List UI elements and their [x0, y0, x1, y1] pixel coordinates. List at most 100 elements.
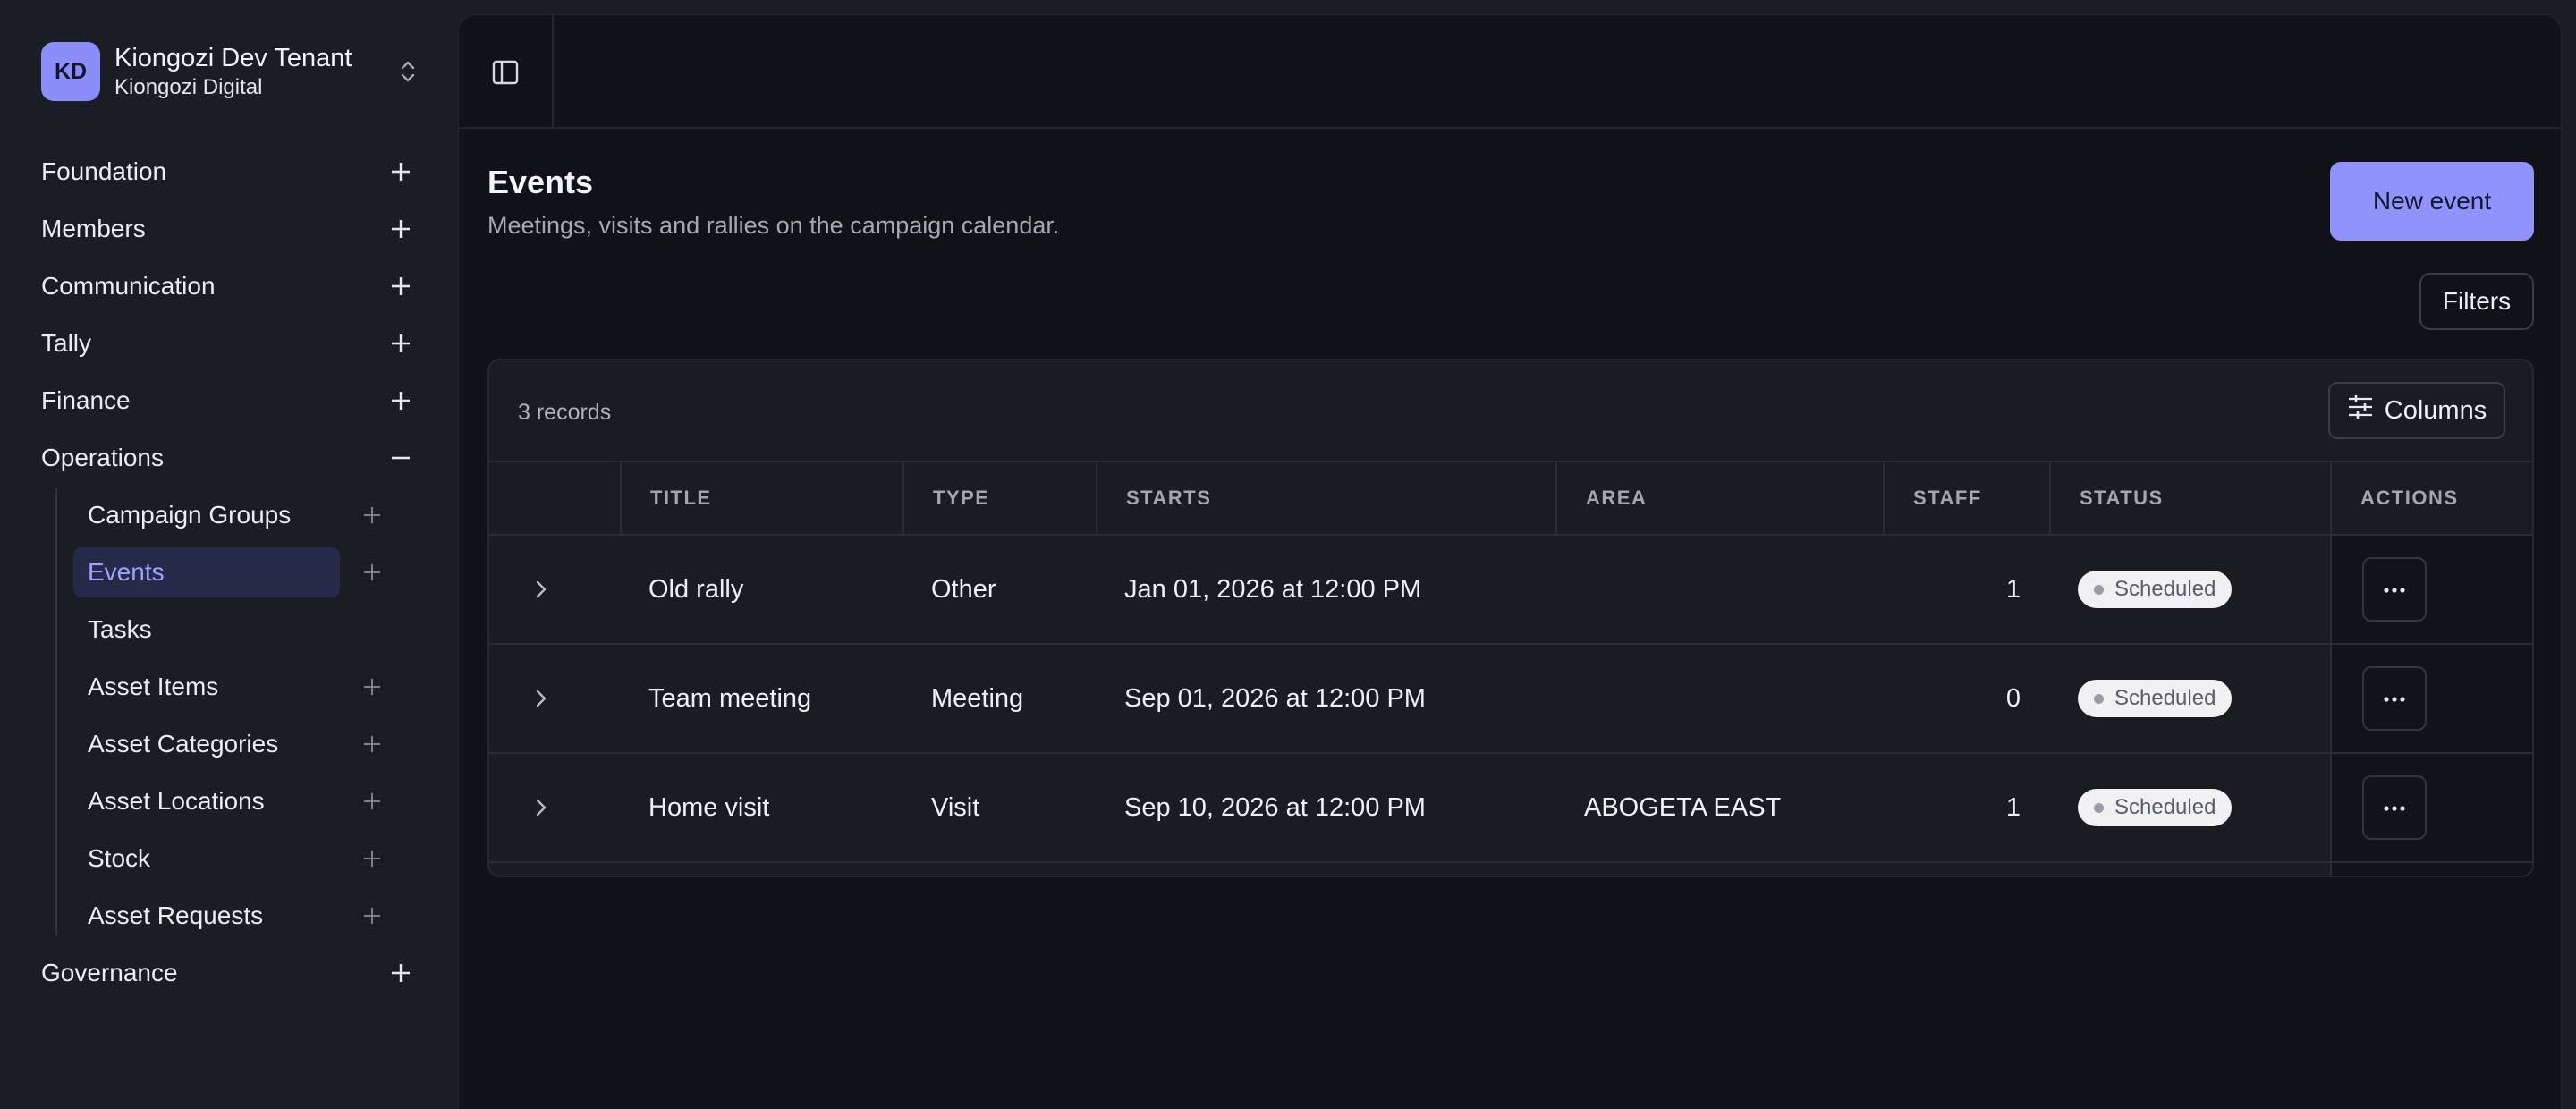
sidebar-subitem-asset-items[interactable]: Asset Items	[73, 662, 395, 712]
cell-staff: 0	[2005, 683, 2021, 713]
sidebar-item-label: Operations	[41, 444, 164, 471]
column-header-type[interactable]: TYPE	[902, 462, 1096, 534]
tenant-name: Kiongozi Dev Tenant	[114, 44, 352, 72]
filters-button[interactable]: Filters	[2419, 273, 2534, 330]
chevron-right-icon[interactable]	[525, 682, 557, 715]
cell-status: Scheduled	[2049, 645, 2330, 752]
column-header-title[interactable]: TITLE	[620, 462, 902, 534]
tenant-avatar: KD	[41, 42, 100, 101]
more-horizontal-icon	[2384, 690, 2405, 707]
sidebar-item-operations[interactable]: Operations	[41, 433, 417, 483]
sidebar-subitem-label: Tasks	[88, 615, 152, 643]
cell-type: Other	[931, 574, 996, 604]
column-header-staff[interactable]: STAFF	[1883, 462, 2049, 534]
column-header-area[interactable]: AREA	[1555, 462, 1883, 534]
sidebar-subitem-label: Asset Items	[88, 673, 219, 700]
sidebar-subitem-label: Asset Categories	[88, 730, 279, 758]
chevron-right-icon[interactable]	[525, 573, 557, 605]
sidebar-subitem-campaign-groups[interactable]: Campaign Groups	[73, 490, 395, 540]
status-badge-label: Scheduled	[2114, 686, 2216, 710]
plus-icon[interactable]	[385, 270, 417, 302]
table-header: TITLE TYPE STARTS AREA STAFF STATUS ACTI…	[489, 462, 2532, 536]
sidebar: KD Kiongozi Dev Tenant Kiongozi Digital …	[0, 0, 456, 1109]
plus-icon[interactable]	[385, 385, 417, 417]
columns-button[interactable]: Columns	[2328, 382, 2505, 439]
row-actions-button[interactable]	[2362, 666, 2427, 731]
sidebar-item-governance[interactable]: Governance	[41, 948, 417, 998]
sidebar-toggle-icon[interactable]	[459, 15, 554, 129]
status-dot-icon	[2094, 584, 2104, 595]
column-header-status[interactable]: STATUS	[2049, 462, 2330, 534]
add-icon[interactable]	[356, 842, 388, 875]
new-event-button[interactable]: New event	[2330, 162, 2534, 241]
sliders-icon	[2347, 394, 2374, 427]
sidebar-subitem-label: Events	[73, 547, 340, 597]
cell-starts: Sep 01, 2026 at 12:00 PM	[1124, 683, 1426, 713]
sidebar-subitem-asset-categories[interactable]: Asset Categories	[73, 719, 395, 769]
add-icon[interactable]	[356, 671, 388, 703]
plus-icon[interactable]	[385, 957, 417, 989]
sidebar-item-communication[interactable]: Communication	[41, 261, 417, 311]
add-icon[interactable]	[356, 556, 388, 588]
columns-button-label: Columns	[2384, 395, 2487, 425]
add-icon[interactable]	[356, 728, 388, 760]
sidebar-item-label: Members	[41, 215, 146, 242]
add-icon[interactable]	[356, 785, 388, 817]
events-table-card: 3 records Columns TITLE TYPE STARTS AREA…	[487, 359, 2534, 877]
subnav-divider	[55, 488, 57, 935]
status-badge: Scheduled	[2078, 789, 2233, 826]
cell-status: Scheduled	[2049, 536, 2330, 643]
cell-staff: 1	[2005, 792, 2021, 822]
tenant-switcher[interactable]: KD Kiongozi Dev Tenant Kiongozi Digital	[41, 39, 424, 104]
topbar	[459, 15, 2563, 129]
page-subtitle: Meetings, visits and rallies on the camp…	[487, 212, 1060, 239]
minus-icon[interactable]	[385, 442, 417, 474]
table-row[interactable]: Home visit Visit Sep 10, 2026 at 12:00 P…	[489, 754, 2532, 863]
plus-icon[interactable]	[385, 213, 417, 245]
record-count: 3 records	[518, 400, 612, 425]
status-dot-icon	[2094, 802, 2104, 813]
more-horizontal-icon	[2384, 800, 2405, 816]
cell-type: Meeting	[931, 683, 1024, 713]
plus-icon[interactable]	[385, 327, 417, 360]
sidebar-item-members[interactable]: Members	[41, 204, 417, 254]
add-icon[interactable]	[356, 900, 388, 932]
main-panel: Events Meetings, visits and rallies on t…	[458, 14, 2563, 1109]
sidebar-item-label: Communication	[41, 272, 216, 300]
sidebar-subitem-label: Campaign Groups	[88, 501, 292, 529]
sidebar-subitem-stock[interactable]: Stock	[73, 834, 395, 884]
page-title: Events	[487, 164, 594, 200]
cell-area: ABOGETA EAST	[1584, 792, 1782, 822]
app-root: KD Kiongozi Dev Tenant Kiongozi Digital …	[0, 0, 2576, 1109]
row-actions-button[interactable]	[2362, 557, 2427, 622]
sidebar-item-finance[interactable]: Finance	[41, 376, 417, 426]
sidebar-subitem-asset-requests[interactable]: Asset Requests	[73, 891, 395, 941]
table-row[interactable]: Old rally Other Jan 01, 2026 at 12:00 PM…	[489, 536, 2532, 645]
chevron-up-down-icon[interactable]	[392, 55, 424, 88]
sidebar-subitem-tasks[interactable]: Tasks	[73, 605, 395, 655]
sidebar-subitem-label: Asset Requests	[88, 902, 264, 929]
plus-icon[interactable]	[385, 156, 417, 188]
cell-area	[1555, 536, 1883, 643]
row-actions-button[interactable]	[2362, 775, 2427, 840]
sidebar-subitem-events[interactable]: Events	[73, 547, 395, 597]
tenant-info: Kiongozi Dev Tenant Kiongozi Digital	[114, 42, 392, 101]
sidebar-subitem-asset-locations[interactable]: Asset Locations	[73, 776, 395, 826]
cell-type: Visit	[931, 792, 980, 822]
status-badge-label: Scheduled	[2114, 795, 2216, 819]
add-icon[interactable]	[356, 499, 388, 531]
cell-starts: Jan 01, 2026 at 12:00 PM	[1124, 574, 1422, 604]
cell-title: Team meeting	[648, 683, 812, 713]
sidebar-item-foundation[interactable]: Foundation	[41, 147, 417, 197]
cell-area	[1555, 645, 1883, 752]
sidebar-item-label: Finance	[41, 386, 131, 414]
status-badge: Scheduled	[2078, 571, 2233, 608]
more-horizontal-icon	[2384, 581, 2405, 597]
column-header-starts[interactable]: STARTS	[1096, 462, 1555, 534]
chevron-right-icon[interactable]	[525, 792, 557, 824]
table-row[interactable]: Team meeting Meeting Sep 01, 2026 at 12:…	[489, 645, 2532, 754]
cell-starts: Sep 10, 2026 at 12:00 PM	[1124, 792, 1426, 822]
sidebar-item-tally[interactable]: Tally	[41, 318, 417, 368]
cell-title: Old rally	[648, 574, 744, 604]
sidebar-item-label: Foundation	[41, 157, 167, 185]
